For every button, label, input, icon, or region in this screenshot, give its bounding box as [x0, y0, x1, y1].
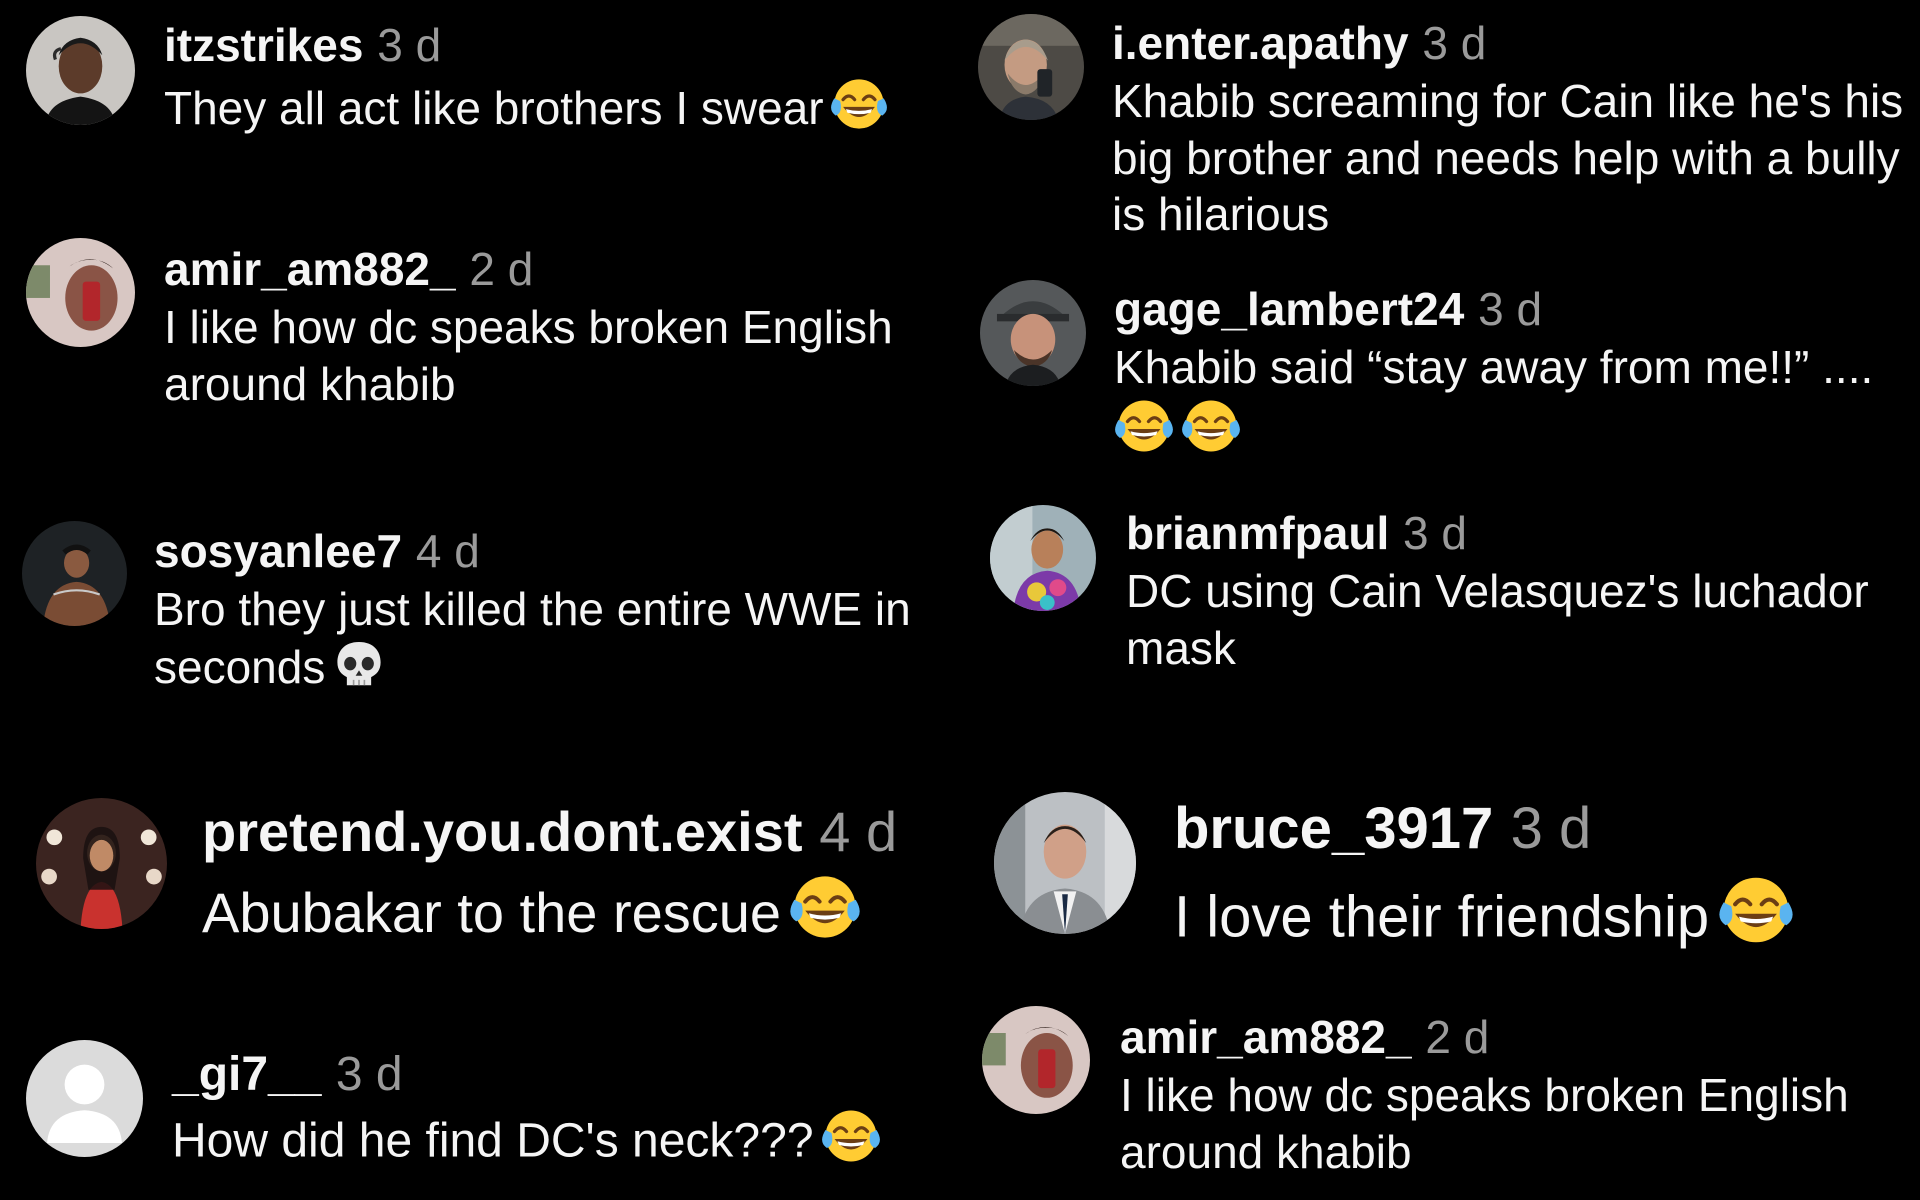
comment-text-content: I like how dc speaks broken English arou…: [164, 301, 893, 410]
comment-text-content: Khabib said “stay away from me!!” ....: [1114, 341, 1874, 394]
face-with-tears-of-joy-icon: [1181, 396, 1241, 456]
timestamp: 3 d: [1510, 796, 1592, 861]
avatar[interactable]: [26, 16, 135, 125]
username[interactable]: pretend.you.dont.exist: [202, 800, 803, 863]
timestamp: 3 d: [1422, 17, 1487, 69]
comment-text: They all act like brothers I swear: [164, 75, 954, 136]
face-with-tears-of-joy-icon: [821, 1106, 881, 1166]
avatar[interactable]: [978, 14, 1084, 120]
username[interactable]: amir_am882_: [164, 243, 456, 295]
timestamp: 3 d: [335, 1048, 403, 1101]
comment-text-content: I like how dc speaks broken English arou…: [1120, 1069, 1849, 1178]
timestamp: 4 d: [415, 525, 480, 577]
face-with-tears-of-joy-icon: [1114, 396, 1174, 456]
comment-text: DC using Cain Velasquez's luchador mask: [1126, 563, 1916, 676]
username[interactable]: amir_am882_: [1120, 1011, 1412, 1063]
comment-text: Abubakar to the rescue: [202, 871, 962, 948]
comment-text-content: Abubakar to the rescue: [202, 881, 782, 944]
comment-text-content: DC using Cain Velasquez's luchador mask: [1126, 565, 1869, 674]
default-avatar-icon[interactable]: [26, 1040, 143, 1157]
avatar[interactable]: [990, 505, 1096, 611]
comment-text: Bro they just killed the entire WWE in s…: [154, 581, 954, 695]
timestamp: 3 d: [377, 19, 442, 71]
timestamp: 3 d: [1403, 507, 1467, 559]
comment-text: I like how dc speaks broken English arou…: [164, 299, 954, 412]
username[interactable]: sosyanlee7: [154, 525, 402, 577]
username[interactable]: brianmfpaul: [1126, 507, 1389, 559]
comment-text-content: Bro they just killed the entire WWE in s…: [154, 583, 911, 693]
comment-text: I like how dc speaks broken English arou…: [1120, 1067, 1910, 1180]
timestamp: 2 d: [469, 243, 534, 295]
comment-text: Khabib said “stay away from me!!” ....: [1114, 339, 1914, 459]
face-with-tears-of-joy-icon: [1718, 872, 1794, 948]
comment-text-content: I love their friendship: [1174, 884, 1710, 949]
avatar[interactable]: [982, 1006, 1090, 1114]
timestamp: 2 d: [1425, 1011, 1490, 1063]
avatar[interactable]: [26, 238, 135, 347]
username[interactable]: _gi7__: [172, 1048, 321, 1101]
timestamp: 4 d: [819, 800, 898, 863]
timestamp: 3 d: [1478, 283, 1543, 335]
username[interactable]: itzstrikes: [164, 19, 363, 71]
comment-text-content: They all act like brothers I swear: [164, 82, 824, 134]
username[interactable]: gage_lambert24: [1114, 283, 1464, 335]
username[interactable]: bruce_3917: [1174, 796, 1493, 861]
comment-text-content: Khabib screaming for Cain like he's his …: [1112, 75, 1904, 241]
face-with-tears-of-joy-icon: [830, 75, 888, 133]
avatar[interactable]: [994, 792, 1136, 934]
avatar[interactable]: [22, 521, 127, 626]
comment-text: I love their friendship: [1174, 872, 1914, 953]
skull-icon: [332, 638, 386, 692]
comment-text-content: How did he find DC's neck???: [172, 1114, 814, 1167]
username[interactable]: i.enter.apathy: [1112, 17, 1409, 69]
comment-text: How did he find DC's neck???: [172, 1106, 962, 1170]
avatar[interactable]: [36, 798, 167, 929]
face-with-tears-of-joy-icon: [789, 871, 861, 943]
comment-text: Khabib screaming for Cain like he's his …: [1112, 73, 1912, 243]
avatar[interactable]: [980, 280, 1086, 386]
